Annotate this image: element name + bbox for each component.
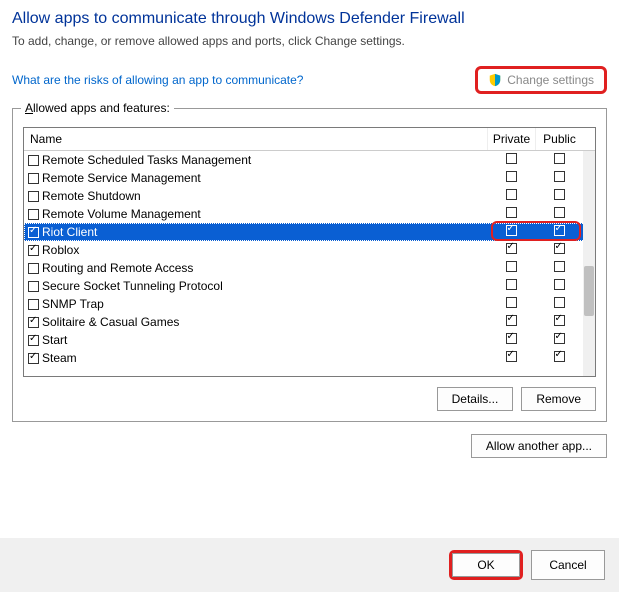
allowed-apps-group: AAllowed apps and features:llowed apps a… bbox=[12, 108, 607, 422]
app-enabled-checkbox[interactable] bbox=[28, 353, 39, 364]
app-name: Steam bbox=[42, 351, 77, 365]
change-settings-button[interactable]: Change settings bbox=[475, 66, 607, 94]
page-subtitle: To add, change, or remove allowed apps a… bbox=[12, 34, 607, 48]
app-name: Remote Service Management bbox=[42, 171, 201, 185]
public-checkbox[interactable] bbox=[554, 207, 565, 218]
cancel-button[interactable]: Cancel bbox=[531, 550, 605, 580]
private-checkbox[interactable] bbox=[506, 315, 517, 326]
app-name: Start bbox=[42, 333, 67, 347]
group-label: AAllowed apps and features:llowed apps a… bbox=[21, 101, 174, 115]
app-enabled-checkbox[interactable] bbox=[28, 245, 39, 256]
app-name: Riot Client bbox=[42, 225, 97, 239]
app-name: Routing and Remote Access bbox=[42, 261, 193, 275]
app-enabled-checkbox[interactable] bbox=[28, 263, 39, 274]
public-checkbox[interactable] bbox=[554, 261, 565, 272]
table-row[interactable]: Secure Socket Tunneling Protocol bbox=[24, 277, 595, 295]
dialog-footer: OK Cancel bbox=[0, 538, 619, 592]
table-row[interactable]: Solitaire & Casual Games bbox=[24, 313, 595, 331]
allow-another-app-button[interactable]: Allow another app... bbox=[471, 434, 607, 458]
app-name: Remote Volume Management bbox=[42, 207, 201, 221]
scrollbar[interactable] bbox=[583, 151, 595, 376]
table-row[interactable]: Remote Service Management bbox=[24, 169, 595, 187]
app-name: Secure Socket Tunneling Protocol bbox=[42, 279, 223, 293]
col-private[interactable]: Private bbox=[487, 128, 535, 150]
public-checkbox[interactable] bbox=[554, 225, 565, 236]
change-settings-label: Change settings bbox=[507, 73, 594, 87]
private-checkbox[interactable] bbox=[506, 333, 517, 344]
table-row[interactable]: Start bbox=[24, 331, 595, 349]
private-checkbox[interactable] bbox=[506, 243, 517, 254]
app-enabled-checkbox[interactable] bbox=[28, 209, 39, 220]
app-enabled-checkbox[interactable] bbox=[28, 299, 39, 310]
app-name: SNMP Trap bbox=[42, 297, 104, 311]
table-row[interactable]: SNMP Trap bbox=[24, 295, 595, 313]
private-checkbox[interactable] bbox=[506, 153, 517, 164]
public-checkbox[interactable] bbox=[554, 189, 565, 200]
app-name: Remote Scheduled Tasks Management bbox=[42, 153, 251, 167]
table-row[interactable]: Routing and Remote Access bbox=[24, 259, 595, 277]
details-button[interactable]: Details... bbox=[437, 387, 514, 411]
public-checkbox[interactable] bbox=[554, 297, 565, 308]
app-enabled-checkbox[interactable] bbox=[28, 281, 39, 292]
private-checkbox[interactable] bbox=[506, 189, 517, 200]
col-public[interactable]: Public bbox=[535, 128, 583, 150]
app-name: Solitaire & Casual Games bbox=[42, 315, 179, 329]
remove-button[interactable]: Remove bbox=[521, 387, 596, 411]
col-name[interactable]: Name bbox=[24, 128, 487, 150]
shield-icon bbox=[488, 73, 502, 87]
scroll-thumb[interactable] bbox=[584, 266, 594, 316]
private-checkbox[interactable] bbox=[506, 297, 517, 308]
app-enabled-checkbox[interactable] bbox=[28, 155, 39, 166]
table-row[interactable]: Steam bbox=[24, 349, 595, 367]
private-checkbox[interactable] bbox=[506, 351, 517, 362]
public-checkbox[interactable] bbox=[554, 171, 565, 182]
app-enabled-checkbox[interactable] bbox=[28, 227, 39, 238]
page-title: Allow apps to communicate through Window… bbox=[12, 10, 607, 28]
app-name: Remote Shutdown bbox=[42, 189, 141, 203]
app-enabled-checkbox[interactable] bbox=[28, 191, 39, 202]
apps-table: Name Private Public Remote Scheduled Tas… bbox=[23, 127, 596, 377]
private-checkbox[interactable] bbox=[506, 279, 517, 290]
ok-button[interactable]: OK bbox=[452, 553, 520, 577]
public-checkbox[interactable] bbox=[554, 153, 565, 164]
ok-highlight: OK bbox=[449, 550, 523, 580]
private-checkbox[interactable] bbox=[506, 171, 517, 182]
app-enabled-checkbox[interactable] bbox=[28, 173, 39, 184]
public-checkbox[interactable] bbox=[554, 279, 565, 290]
private-checkbox[interactable] bbox=[506, 207, 517, 218]
public-checkbox[interactable] bbox=[554, 333, 565, 344]
app-enabled-checkbox[interactable] bbox=[28, 317, 39, 328]
table-row[interactable]: Riot Client bbox=[24, 223, 595, 241]
public-checkbox[interactable] bbox=[554, 315, 565, 326]
app-enabled-checkbox[interactable] bbox=[28, 335, 39, 346]
table-row[interactable]: Roblox bbox=[24, 241, 595, 259]
private-checkbox[interactable] bbox=[506, 261, 517, 272]
table-body: Remote Scheduled Tasks Management Remote … bbox=[24, 151, 595, 376]
table-header: Name Private Public bbox=[24, 128, 595, 151]
table-row[interactable]: Remote Scheduled Tasks Management bbox=[24, 151, 595, 169]
table-row[interactable]: Remote Shutdown bbox=[24, 187, 595, 205]
public-checkbox[interactable] bbox=[554, 243, 565, 254]
risks-link[interactable]: What are the risks of allowing an app to… bbox=[12, 73, 303, 87]
app-name: Roblox bbox=[42, 243, 79, 257]
private-checkbox[interactable] bbox=[506, 225, 517, 236]
table-row[interactable]: Remote Volume Management bbox=[24, 205, 595, 223]
public-checkbox[interactable] bbox=[554, 351, 565, 362]
